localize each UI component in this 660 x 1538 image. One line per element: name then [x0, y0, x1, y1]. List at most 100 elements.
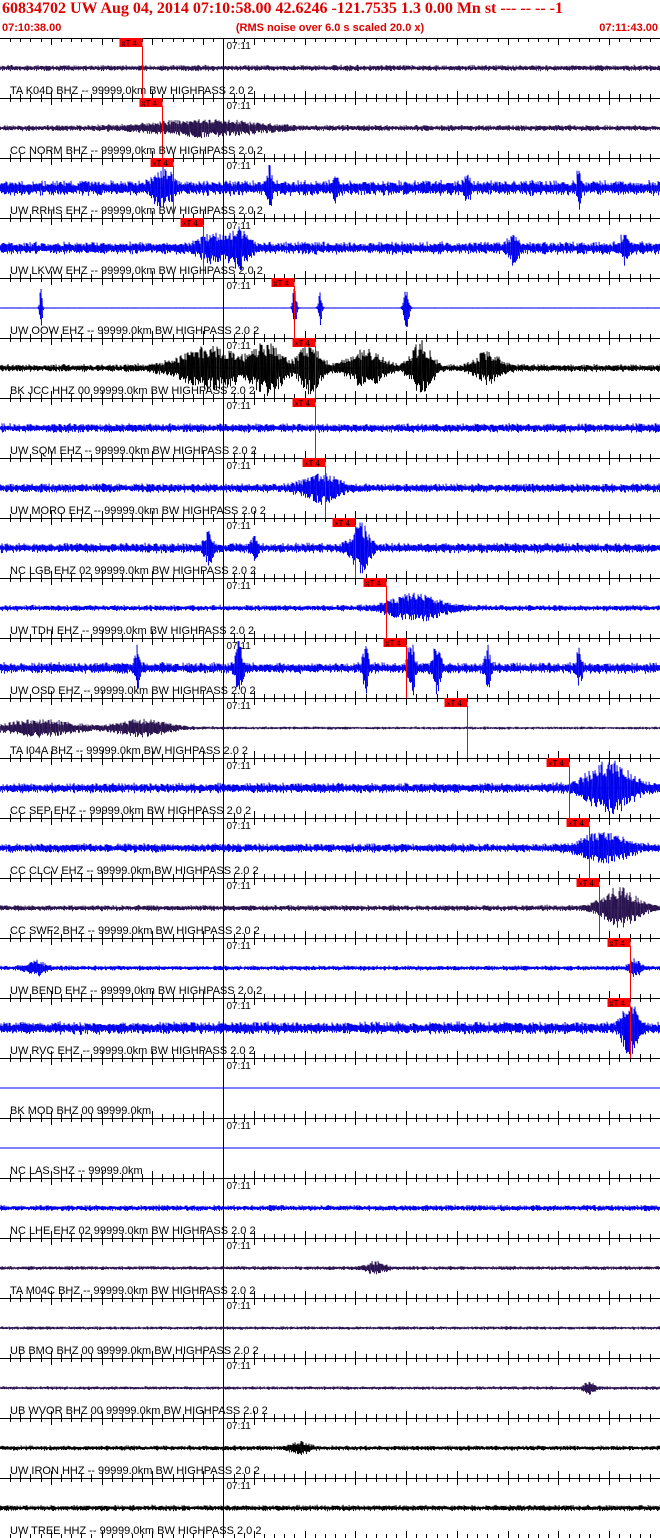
channel-panel: 07:11 xT 4 TA K04D BHZ -- 99999.0km BW HIG…: [0, 38, 660, 98]
minute-tick-label: 07:11: [227, 1001, 252, 1012]
channel-label: UW OSD EHZ -- 99999.0km BW HIGHPASS 2.0 …: [10, 685, 256, 697]
minute-tick-label: 07:11: [227, 941, 252, 952]
channel-label: UW LKVW EHZ -- 99999.0km BW HIGHPASS 2.0…: [10, 265, 263, 277]
channel-panel: 07:11 NC LHE EHZ 02 99999.0km BW HIGHPASS…: [0, 1178, 660, 1238]
phase-pick-label: xT 4: [153, 159, 169, 168]
phase-pick-label: xT 4: [579, 879, 595, 888]
channel-label: CC NORM BHZ -- 99999.0km BW HIGHPASS 2.0…: [10, 145, 263, 157]
phase-pick-label: xT 4: [305, 459, 321, 468]
minute-tick-label: 07:11: [227, 1121, 252, 1132]
channel-label: UB BMO BHZ 00 99999.0km BW HIGHPASS 2.0 …: [10, 1345, 259, 1357]
waveform: [0, 887, 660, 928]
waveform: [0, 473, 660, 505]
waveform: [0, 592, 660, 622]
minute-tick-label: 07:11: [227, 581, 252, 592]
minute-tick-label: 07:11: [227, 1361, 252, 1372]
channel-label: UW RVC EHZ -- 99999.0km BW HIGHPASS 2.0 …: [10, 1045, 255, 1057]
channel-panel: 07:11 xT 4 UW RVC EHZ -- 99999.0km BW HIGH…: [0, 998, 660, 1058]
minute-tick-label: 07:11: [227, 821, 252, 832]
channel-panel: 07:11 TA M04C BHZ -- 99999.0km BW HIGHPAS…: [0, 1238, 660, 1298]
channel-label: NC LAS SHZ -- 99999.0km: [10, 1165, 143, 1177]
minute-tick-label: 07:11: [227, 1481, 252, 1492]
minute-tick-label: 07:11: [227, 101, 252, 112]
phase-pick-label: xT 4: [295, 339, 311, 348]
channel-panel: 07:11 xT 4 UW TDH EHZ -- 99999.0km BW HIGH…: [0, 578, 660, 638]
channel-label: NC LHE EHZ 02 99999.0km BW HIGHPASS 2.0 …: [10, 1225, 256, 1237]
minute-tick-label: 07:11: [227, 1421, 252, 1432]
channel-label: CC CLCV EHZ -- 99999.0km BW HIGHPASS 2.0…: [10, 865, 259, 877]
phase-pick-label: xT 4: [447, 699, 463, 708]
channel-panel: 07:11 BK MOD BHZ 00 99999.0km: [0, 1058, 660, 1118]
channel-panel: 07:11 xT 4UW OSD EHZ -- 99999.0km BW HIGH…: [0, 638, 660, 698]
channel-label: CC SWF2 BHZ -- 99999.0km BW HIGHPASS 2.0…: [10, 925, 260, 937]
phase-pick-label: xT 4: [610, 939, 626, 948]
minute-tick-label: 07:11: [227, 1241, 252, 1252]
channel-label: UW OOW EHZ -- 99999.0km BW HIGHPASS 2.0 …: [10, 325, 259, 337]
channel-panel: 07:11xT 4UW LKVW EHZ -- 99999.0km BW HIG…: [0, 218, 660, 278]
phase-pick-label: xT 4: [386, 639, 402, 648]
channel-label: BK MOD BHZ 00 99999.0km: [10, 1105, 151, 1117]
channel-label: TA I04A BHZ -- 99999.0km BW HIGHPASS 2.0…: [10, 745, 248, 757]
channel-label: UW TDH EHZ -- 99999.0km BW HIGHPASS 2.0 …: [10, 625, 254, 637]
phase-pick-label: xT 4: [549, 759, 565, 768]
channel-panel: 07:11 xT 4 UW SQM EHZ -- 99999.0km BW HIGH…: [0, 398, 660, 458]
phase-pick-label: xT 4: [142, 99, 158, 108]
minute-tick-label: 07:11: [227, 1181, 252, 1192]
channel-panel: 07:11 xT 4 CC NORM BHZ -- 99999.0km BW HIG…: [0, 98, 660, 158]
channel-label: NC LGB EHZ 02 99999.0km BW HIGHPASS 2.0 …: [10, 565, 256, 577]
minute-tick-label: 07:11: [227, 161, 252, 172]
minute-tick-label: 07:11: [227, 41, 252, 52]
channel-label: TA M04C BHZ -- 99999.0km BW HIGHPASS 2.0…: [10, 1285, 255, 1297]
phase-pick-label: xT 4: [183, 219, 199, 228]
channel-panel: 07:11 xT 4 NC LGB EHZ 02 99999.0km BW HIGH…: [0, 518, 660, 578]
minute-tick-label: 07:11: [227, 281, 252, 292]
record-section: 07:11 xT 4 TA K04D BHZ -- 99999.0km BW HIG…: [0, 38, 660, 1538]
channel-label: UW RRHS EHZ -- 99999.0km BW HIGHPASS 2.0…: [10, 205, 263, 217]
waveform: [0, 119, 660, 139]
channel-panel: 07:11 xT 4 TA I04A BHZ -- 99999.0km BW HIG…: [0, 698, 660, 758]
phase-pick-label: xT 4: [122, 39, 138, 48]
channel-panel: 07:11 xT 4 CC SEP EHZ -- 99999.0km BW HIGH…: [0, 758, 660, 818]
channel-label: UW SQM EHZ -- 99999.0km BW HIGHPASS 2.0 …: [10, 445, 257, 457]
channel-label: UW IRON HHZ -- 99999.0km BW HIGHPASS 2.0…: [10, 1465, 260, 1477]
waveform: [0, 164, 660, 210]
minute-tick-label: 07:11: [227, 401, 252, 412]
minute-tick-label: 07:11: [227, 881, 252, 892]
channel-panel: 07:11 xT 4 BK JCC HHZ 00 99999.0km BW HIGH…: [0, 338, 660, 398]
minute-tick-label: 07:11: [227, 461, 252, 472]
phase-pick-label: xT 4: [366, 579, 382, 588]
channel-label: UW TREE HHZ -- 99999.0km BW HIGHPASS 2.0…: [10, 1525, 261, 1537]
channel-panel: 07:11 xT 4 CC SWF2 BHZ -- 99999.0km BW HIG…: [0, 878, 660, 938]
phase-pick-label: xT 4: [610, 999, 626, 1008]
phase-pick-label: xT 4: [569, 819, 585, 828]
channel-panel: 07:11 xT 4 UW MORO EHZ -- 99999.0km BW HIG…: [0, 458, 660, 518]
header: 60834702 UW Aug 04, 2014 07:10:58.00 42.…: [0, 0, 660, 38]
channel-panel: 07:11 UW TREE HHZ -- 99999.0km BW HIGHPAS…: [0, 1478, 660, 1538]
channel-panel: 07:11 UB BMO BHZ 00 99999.0km BW HIGHPASS…: [0, 1298, 660, 1358]
minute-tick-label: 07:11: [227, 341, 252, 352]
channel-label: CC SEP EHZ -- 99999.0km BW HIGHPASS 2.0 …: [10, 805, 251, 817]
scaling-note: (RMS noise over 6.0 s scaled 20.0 x): [235, 22, 425, 34]
channel-label: UW MORO EHZ -- 99999.0km BW HIGHPASS 2.0…: [10, 505, 266, 517]
minute-tick-label: 07:11: [227, 521, 252, 532]
event-title: 60834702 UW Aug 04, 2014 07:10:58.00 42.…: [2, 0, 563, 17]
channel-panel: 07:11 xT 4 UW OOW EHZ -- 99999.0km BW HIGH…: [0, 278, 660, 338]
phase-pick-label: xT 4: [295, 399, 311, 408]
channel-panel: 07:11 UB WVOR BHZ 00 99999.0km BW HIGHPAS…: [0, 1358, 660, 1418]
channel-label: BK JCC HHZ 00 99999.0km BW HIGHPASS 2.0 …: [10, 385, 255, 397]
minute-tick-label: 07:11: [227, 701, 252, 712]
channel-panel: 07:11 xT 4 UW RRHS EHZ -- 99999.0km BW HIG…: [0, 158, 660, 218]
channel-label: UB WVOR BHZ 00 99999.0km BW HIGHPASS 2.0…: [10, 1405, 268, 1417]
channel-label: UW BEND EHZ -- 99999.0km BW HIGHPASS 2.0…: [10, 985, 262, 997]
channel-panel: 07:11 NC LAS SHZ -- 99999.0km: [0, 1118, 660, 1178]
phase-pick-label: xT 4: [335, 519, 351, 528]
minute-tick-label: 07:11: [227, 1301, 252, 1312]
channel-label: TA K04D BHZ -- 99999.0km BW HIGHPASS 2.0…: [10, 85, 254, 97]
channel-panel: 07:11 xT 4 UW BEND EHZ -- 99999.0km BW HIG…: [0, 938, 660, 998]
minute-tick-label: 07:11: [227, 1061, 252, 1072]
minute-tick-label: 07:11: [227, 761, 252, 772]
seismogram-plot: 07:11 xT 4 TA K04D BHZ -- 99999.0km BW HIG…: [0, 38, 660, 1538]
channel-panel: 07:11 UW IRON HHZ -- 99999.0km BW HIGHPAS…: [0, 1418, 660, 1478]
phase-pick-label: xT 4: [274, 279, 290, 288]
channel-panel: 07:11 xT 4 CC CLCV EHZ -- 99999.0km BW HIG…: [0, 818, 660, 878]
